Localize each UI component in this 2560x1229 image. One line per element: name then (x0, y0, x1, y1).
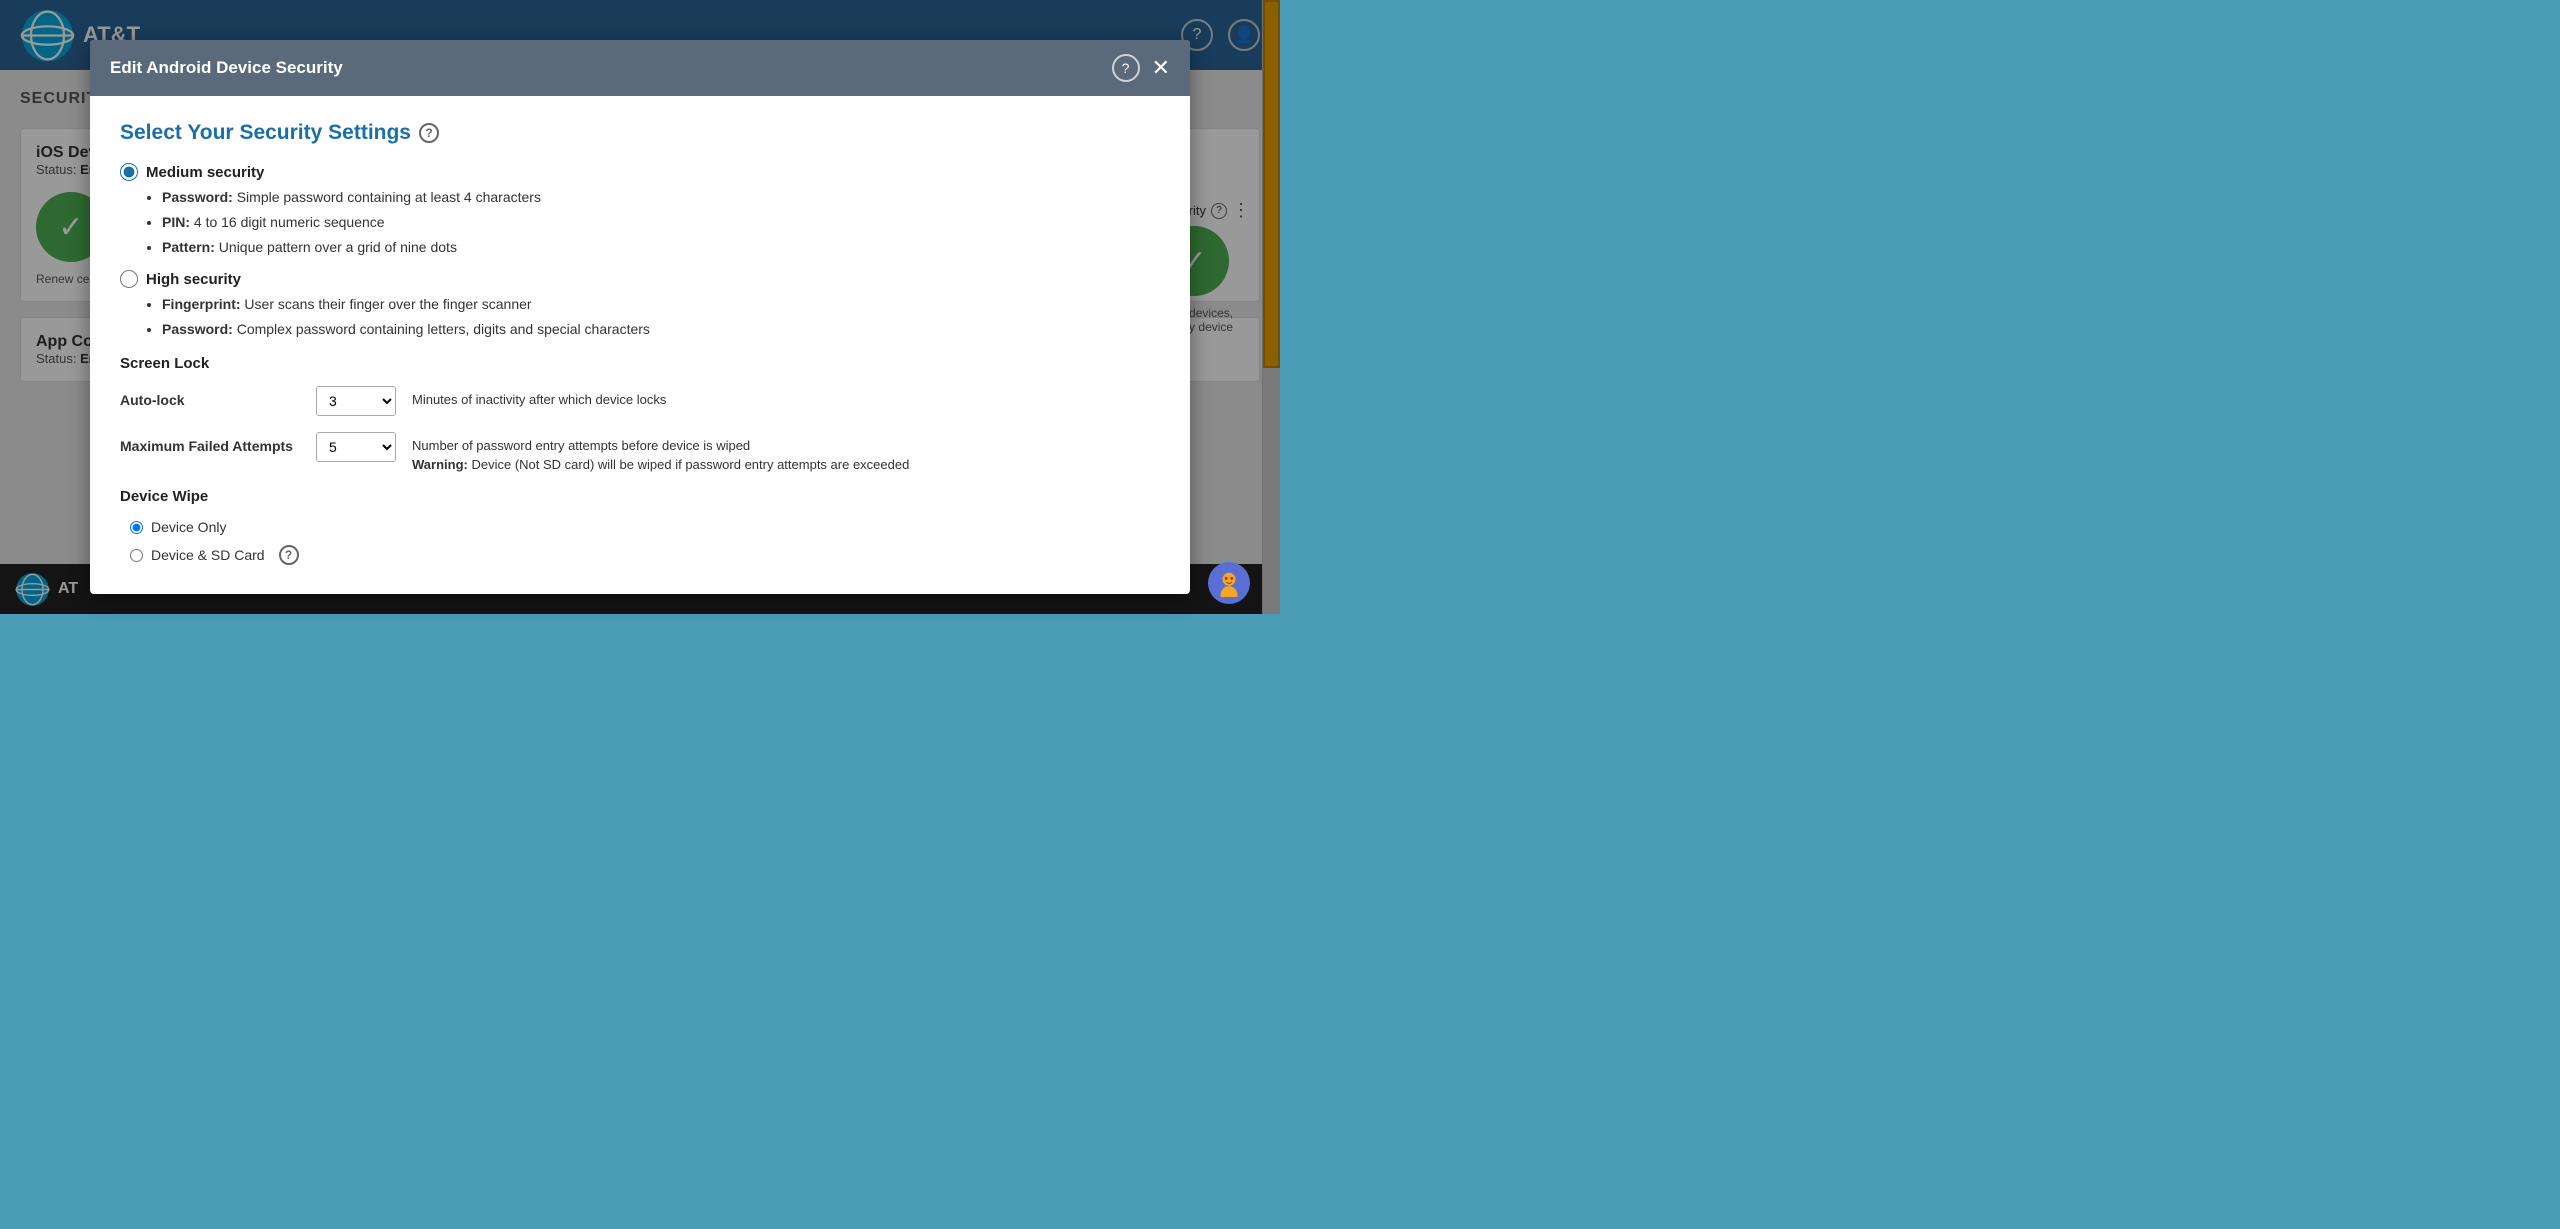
section-title-row: Select Your Security Settings ? (120, 121, 1160, 145)
max-failed-hint: Number of password entry attempts before… (412, 432, 909, 453)
device-sd-help-icon[interactable]: ? (279, 545, 299, 565)
medium-bullet-pattern: Pattern: Unique pattern over a grid of n… (162, 237, 1160, 258)
dialog-title: Edit Android Device Security (110, 58, 343, 78)
high-security-label[interactable]: High security (120, 270, 1160, 288)
device-sd-label[interactable]: Device & SD Card ? (130, 545, 1160, 565)
dialog-header: Edit Android Device Security ? ✕ (90, 40, 1190, 96)
dialog-body: Select Your Security Settings ? Medium s… (90, 96, 1190, 594)
screen-lock-heading: Screen Lock (120, 355, 1160, 372)
medium-security-text: Medium security (146, 164, 264, 181)
device-wipe-section: Device Wipe Device Only Device & SD Card… (120, 488, 1160, 565)
warning-text: Device (Not SD card) will be wiped if pa… (471, 457, 909, 472)
device-sd-text: Device & SD Card (151, 547, 265, 563)
section-help-icon[interactable]: ? (419, 123, 439, 143)
high-bullet-fingerprint: Fingerprint: User scans their finger ove… (162, 294, 1160, 315)
autolock-hint: Minutes of inactivity after which device… (412, 386, 1160, 407)
section-title-text: Select Your Security Settings (120, 121, 411, 145)
dialog-close-button[interactable]: ✕ (1152, 57, 1170, 79)
max-failed-warning: Warning: Device (Not SD card) will be wi… (412, 457, 909, 472)
high-security-text: High security (146, 271, 241, 288)
dialog-help-button[interactable]: ? (1112, 54, 1140, 82)
autolock-select[interactable]: 1 2 3 4 5 10 15 30 (316, 386, 396, 416)
chat-avatar-button[interactable] (1208, 562, 1250, 604)
chat-avatar-icon (1215, 569, 1243, 597)
warning-label: Warning: (412, 457, 468, 472)
device-only-radio[interactable] (130, 521, 143, 534)
medium-security-group: Medium security Password: Simple passwor… (120, 163, 1160, 258)
device-sd-radio[interactable] (130, 549, 143, 562)
medium-security-bullets: Password: Simple password containing at … (162, 187, 1160, 258)
max-failed-label: Maximum Failed Attempts (120, 432, 300, 454)
autolock-row: Auto-lock 1 2 3 4 5 10 15 30 Minutes of … (120, 386, 1160, 416)
device-wipe-heading: Device Wipe (120, 488, 1160, 505)
high-security-group: High security Fingerprint: User scans th… (120, 270, 1160, 340)
autolock-label: Auto-lock (120, 386, 300, 408)
screen-lock-section: Screen Lock Auto-lock 1 2 3 4 5 10 15 30… (120, 355, 1160, 472)
dialog-header-icons: ? ✕ (1112, 54, 1170, 82)
max-failed-hints: Number of password entry attempts before… (412, 432, 909, 472)
medium-bullet-pin: PIN: 4 to 16 digit numeric sequence (162, 212, 1160, 233)
device-only-text: Device Only (151, 519, 226, 535)
max-failed-row: Maximum Failed Attempts 3 4 5 6 7 8 9 10… (120, 432, 1160, 472)
medium-security-radio[interactable] (120, 163, 138, 181)
device-only-label[interactable]: Device Only (130, 519, 1160, 535)
high-security-radio[interactable] (120, 270, 138, 288)
medium-security-label[interactable]: Medium security (120, 163, 1160, 181)
high-bullet-password: Password: Complex password containing le… (162, 319, 1160, 340)
high-security-bullets: Fingerprint: User scans their finger ove… (162, 294, 1160, 340)
wipe-radio-group: Device Only Device & SD Card ? (130, 519, 1160, 565)
medium-bullet-password: Password: Simple password containing at … (162, 187, 1160, 208)
max-failed-select[interactable]: 3 4 5 6 7 8 9 10 (316, 432, 396, 462)
edit-security-dialog: Edit Android Device Security ? ✕ Select … (90, 40, 1190, 594)
